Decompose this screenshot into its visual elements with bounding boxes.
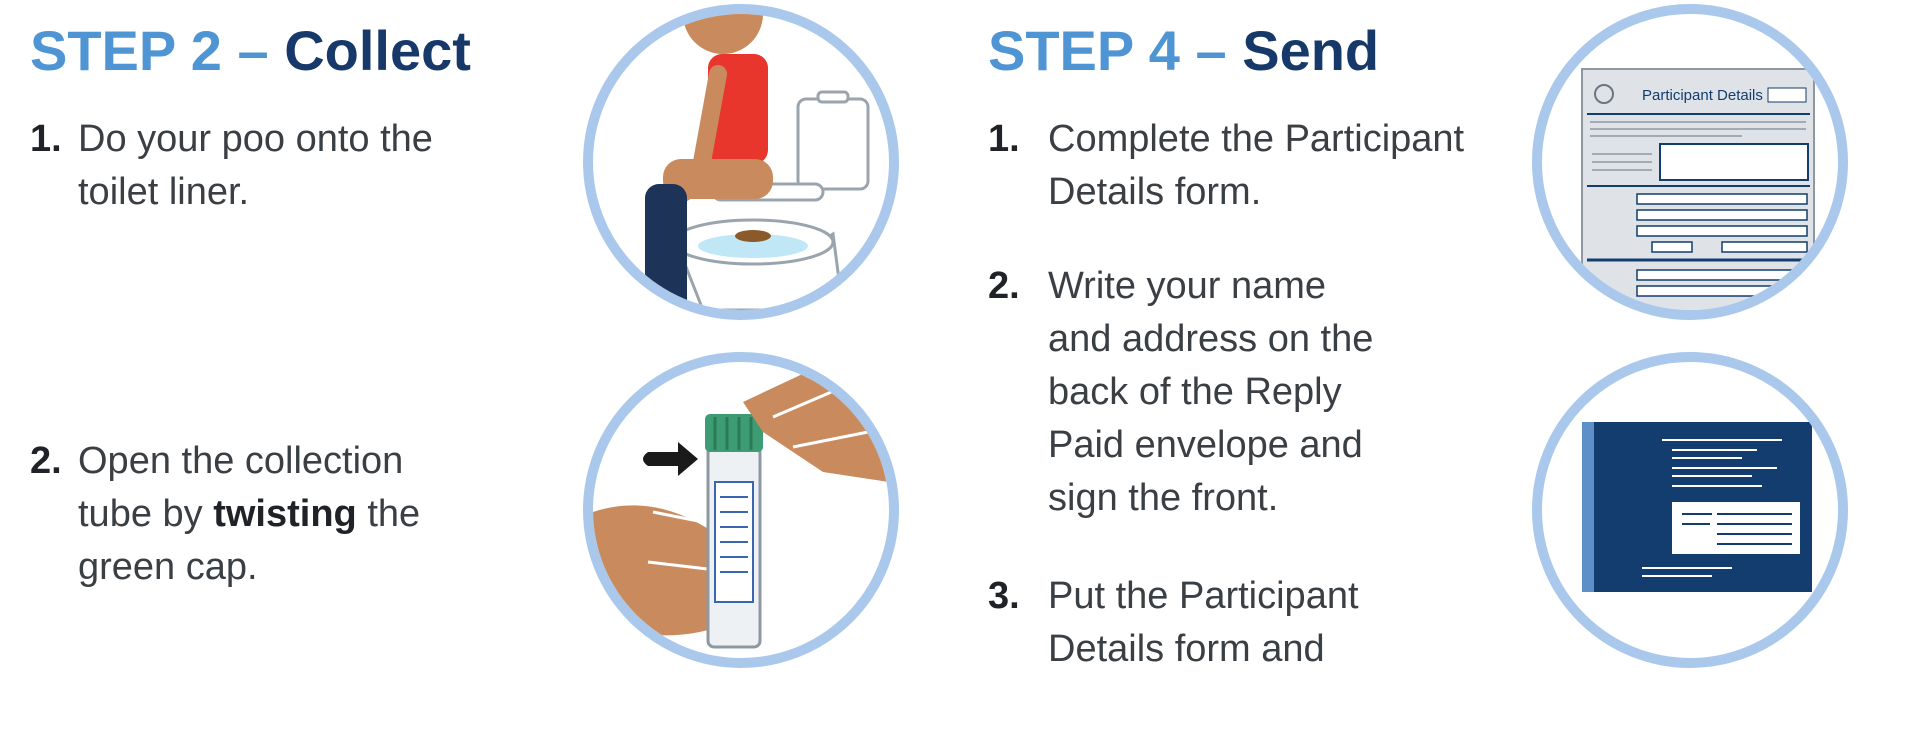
collect-step-1-line-2: toilet liner. bbox=[78, 171, 250, 213]
send-step-3-line-1: Put the Participant bbox=[1048, 575, 1359, 617]
twisting-emphasis: twisting bbox=[213, 493, 357, 535]
reply-envelope-illustration-icon bbox=[1532, 352, 1848, 668]
collection-tube-illustration-icon bbox=[583, 352, 899, 668]
collect-step-1-line-1: Do your poo onto the bbox=[78, 118, 433, 160]
send-step-2: 2. Write your name and address on the ba… bbox=[988, 260, 1528, 530]
send-step-1: 1. Complete the Participant Details form… bbox=[988, 113, 1528, 223]
step-4-heading: STEP 4 – Send bbox=[988, 19, 1380, 82]
send-step-3-line-2: Details form and bbox=[1048, 628, 1325, 670]
collect-step-2-line-3: green cap. bbox=[78, 546, 258, 588]
send-step-3: 3. Put the Participant Details form and bbox=[988, 570, 1528, 680]
collect-step-2-line-2: tube by twisting the bbox=[78, 493, 421, 535]
send-step-1-line-1: Complete the Participant bbox=[1048, 118, 1465, 160]
send-step-1-line-2: Details form. bbox=[1048, 171, 1262, 213]
collect-step-2: 2. Open the collection tube by twisting … bbox=[30, 435, 480, 595]
send-step-2-line-1: Write your name bbox=[1048, 265, 1327, 307]
participant-form-illustration-icon: Participant Details bbox=[1532, 4, 1848, 320]
collect-step-2-line-1: Open the collection bbox=[78, 440, 404, 482]
send-step-2-line-2: and address on the bbox=[1048, 318, 1374, 360]
step-2-heading: STEP 2 – Collect bbox=[30, 19, 471, 82]
send-step-2-line-3: back of the Reply bbox=[1048, 371, 1342, 413]
send-step-2-line-4: Paid envelope and bbox=[1048, 424, 1363, 466]
form-thumbnail-title: Participant Details bbox=[1642, 87, 1763, 104]
send-step-2-line-5: sign the front. bbox=[1048, 477, 1279, 519]
toilet-sitting-illustration-icon bbox=[583, 4, 899, 320]
collect-step-1: 1. Do your poo onto the toilet liner. bbox=[30, 113, 480, 223]
